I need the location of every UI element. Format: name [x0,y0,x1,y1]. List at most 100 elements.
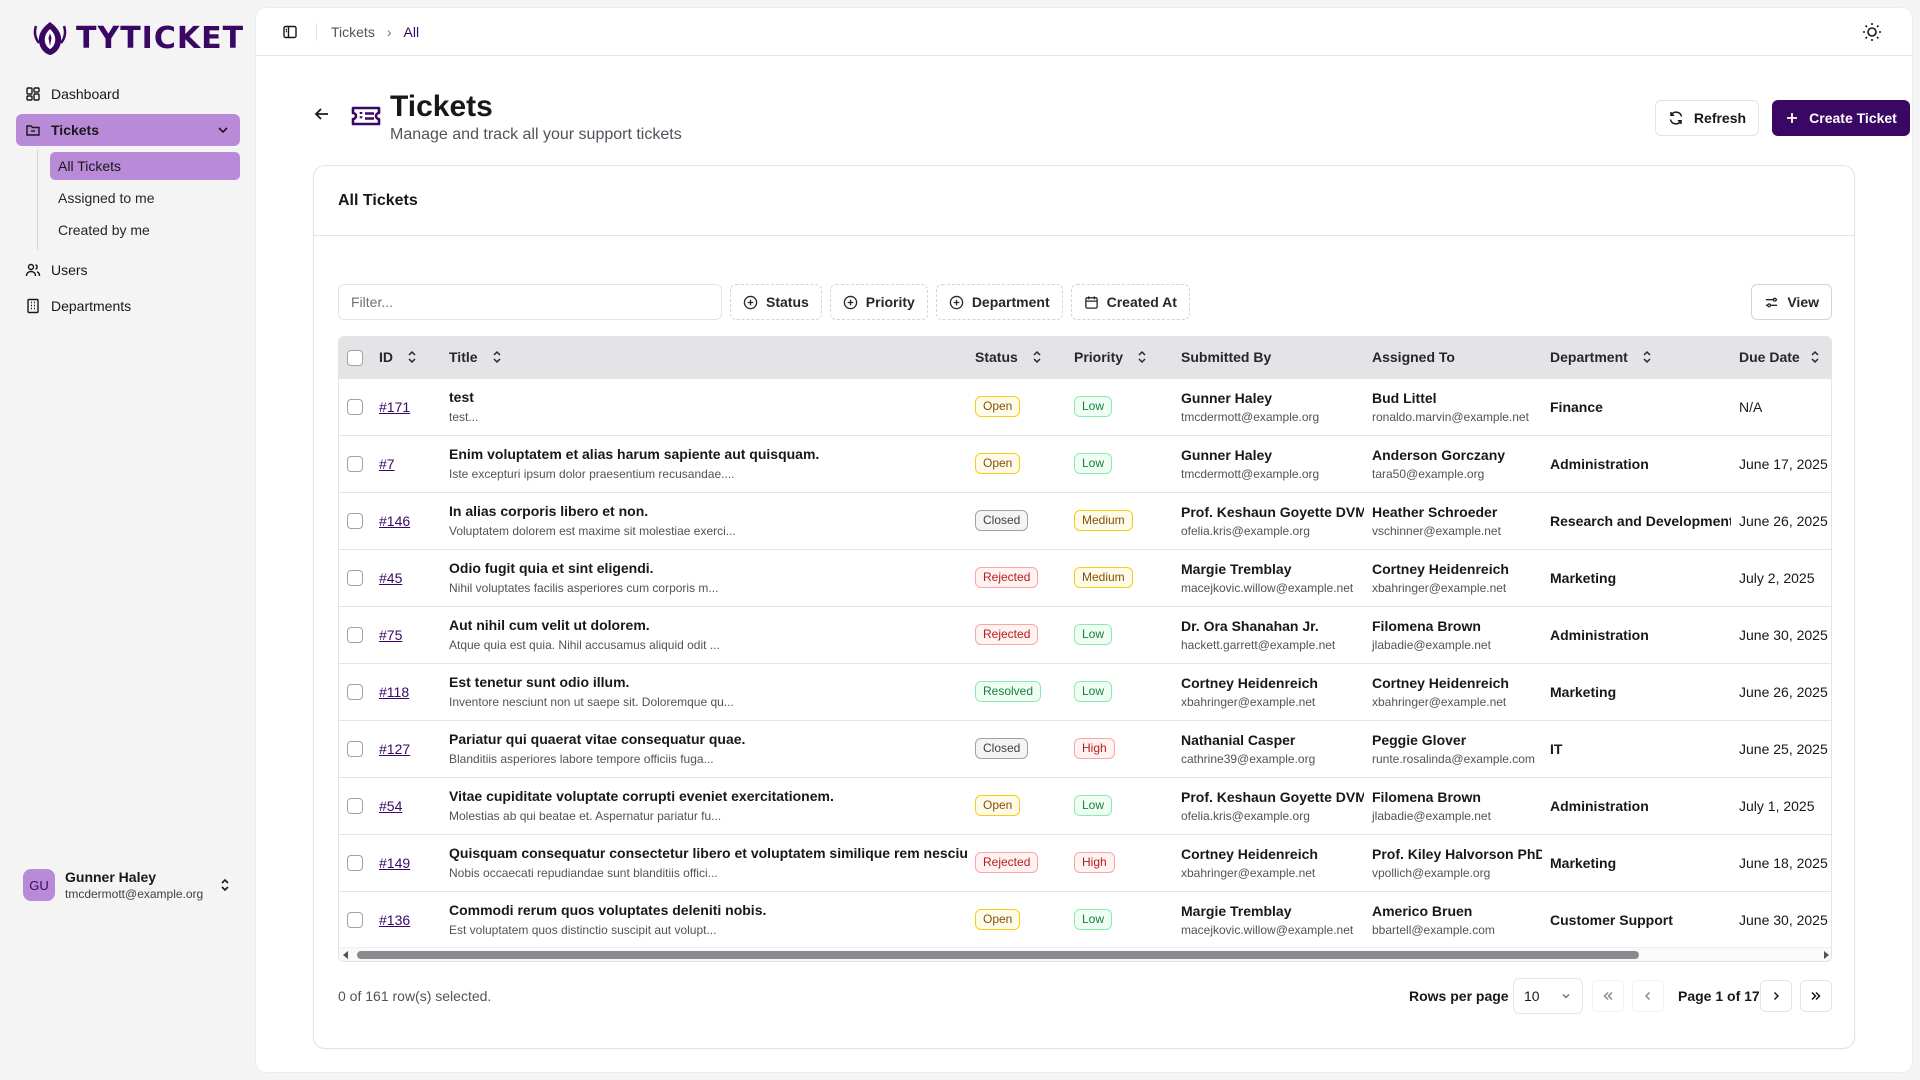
scrollbar-thumb[interactable] [357,951,1639,959]
ticket-icon [351,106,381,126]
table-row[interactable]: #7 Enim voluptatem et alias harum sapient… [339,435,1831,492]
status-filter-button[interactable]: Status [730,284,822,320]
sidebar-item-tickets[interactable]: Tickets [16,114,240,146]
priority-badge: Low [1074,795,1113,816]
ticket-id-link[interactable]: #118 [379,684,409,700]
ticket-id-link[interactable]: #75 [379,627,402,643]
sort-icon[interactable] [1030,350,1044,364]
table-row[interactable]: #149 Quisquam consequatur consectetur lib… [339,834,1831,891]
ticket-description: Blanditiis asperiores labore tempore off… [449,752,714,766]
assignee-name: Cortney Heidenreich [1372,560,1509,577]
assignee-email: vschinner@example.net [1372,523,1501,538]
view-options-button[interactable]: View [1751,284,1832,320]
create-ticket-label: Create Ticket [1809,110,1897,126]
subnav-all-tickets[interactable]: All Tickets [50,152,240,180]
sidebar: TYTICKET Dashboard Tickets All Tickets A… [0,0,256,1080]
filter-input[interactable] [338,284,722,320]
next-page-button[interactable] [1760,980,1792,1012]
ticket-id-link[interactable]: #7 [379,456,395,472]
assignee-email: ronaldo.marvin@example.net [1372,409,1529,424]
sidebar-item-departments[interactable]: Departments [16,290,240,322]
refresh-label: Refresh [1693,110,1747,126]
table-row[interactable]: #75 Aut nihil cum velit ut dolorem. Atque … [339,606,1831,663]
ticket-id-link[interactable]: #127 [379,741,410,757]
breadcrumb-tickets[interactable]: Tickets [331,24,375,40]
table-row[interactable]: #136 Commodi rerum quos voluptates deleni… [339,891,1831,948]
ticket-title: test [449,389,474,405]
chevron-right-icon [1773,991,1780,1001]
assignee-email: bbartell@example.com [1372,922,1495,937]
submitter-email: ofelia.kris@example.org [1181,808,1310,823]
sidebar-item-label: Tickets [51,122,99,138]
scroll-right-icon[interactable] [1824,951,1829,959]
row-checkbox[interactable] [347,627,363,644]
row-checkbox[interactable] [347,855,363,872]
select-all-checkbox[interactable] [347,349,363,366]
ticket-id-link[interactable]: #149 [379,855,410,871]
ticket-id-link[interactable]: #146 [379,513,410,529]
table-row[interactable]: #45 Odio fugit quia et sint eligendi. Nihi… [339,549,1831,606]
due-date: June 26, 2025 [1739,683,1828,700]
row-checkbox[interactable] [347,513,363,530]
calendar-icon [1084,295,1098,309]
refresh-button[interactable]: Refresh [1655,100,1759,136]
panel-left-icon [283,25,297,38]
submitter-name: Margie Tremblay [1181,902,1292,919]
arrow-left-icon[interactable] [312,104,332,124]
scroll-left-icon[interactable] [343,951,348,959]
row-checkbox[interactable] [347,456,363,473]
created-at-filter-button[interactable]: Created At [1070,284,1190,320]
due-date: June 18, 2025 [1739,854,1828,871]
rows-per-page-select[interactable]: 10 [1513,978,1583,1014]
first-page-button[interactable] [1592,980,1624,1012]
ticket-id-link[interactable]: #136 [379,912,410,928]
ticket-description: Nobis occaecati repudiandae sunt blandit… [449,866,718,880]
row-checkbox[interactable] [347,570,363,587]
submitter-email: macejkovic.willow@example.net [1181,922,1354,937]
sidebar-item-dashboard[interactable]: Dashboard [16,78,240,110]
previous-page-button[interactable] [1632,980,1664,1012]
table-row[interactable]: #171 test test... Open Low Gunner Haley tmcder… [339,378,1831,435]
sidebar-toggle-button[interactable] [276,18,304,46]
plus-circle-icon [949,295,964,309]
ticket-id-link[interactable]: #45 [379,570,402,586]
subnav-assigned-to-me[interactable]: Assigned to me [50,184,240,212]
table-row[interactable]: #54 Vitae cupiditate voluptate corrupti e… [339,777,1831,834]
priority-badge: High [1074,738,1115,759]
sun-icon[interactable] [1860,20,1884,44]
due-date: June 30, 2025 [1739,626,1828,643]
priority-filter-button[interactable]: Priority [829,284,928,320]
department-filter-button[interactable]: Department [935,284,1063,320]
last-page-button[interactable] [1800,980,1832,1012]
sort-icon[interactable] [1808,350,1822,364]
sidebar-item-users[interactable]: Users [16,254,240,286]
create-ticket-button[interactable]: Create Ticket [1772,100,1910,136]
sort-icon[interactable] [1640,350,1654,364]
rows-per-page-label: Rows per page [1409,988,1509,1004]
row-checkbox[interactable] [347,399,363,416]
brand-logo[interactable]: TYTICKET [30,16,244,60]
row-checkbox[interactable] [347,912,363,929]
sort-icon[interactable] [1135,350,1149,364]
row-checkbox[interactable] [347,741,363,758]
sort-icon[interactable] [490,350,504,364]
table-row[interactable]: #146 In alias corporis libero et non. Volu… [339,492,1831,549]
sort-icon[interactable] [405,350,419,364]
ticket-title: Vitae cupiditate voluptate corrupti even… [449,788,834,804]
row-checkbox[interactable] [347,798,363,815]
table-row[interactable]: #127 Pariatur qui quaerat vitae consequat… [339,720,1831,777]
table-row[interactable]: #118 Est tenetur sunt odio illum. Inventor… [339,663,1831,720]
ticket-title: Commodi rerum quos voluptates deleniti n… [449,902,767,919]
row-checkbox[interactable] [347,684,363,701]
status-badge: Rejected [975,567,1039,588]
user-menu[interactable]: GU Gunner Haley tmcdermott@example.org [16,862,240,908]
ticket-id-link[interactable]: #171 [379,399,410,415]
assignee-email: xbahringer@example.net [1372,694,1507,709]
ticket-id-link[interactable]: #54 [379,798,402,814]
horizontal-scrollbar[interactable] [339,947,1831,961]
department-name: Administration [1550,797,1649,814]
plus-icon [1787,113,1798,123]
status-badge: Open [975,909,1021,931]
plus-circle-icon [843,295,858,309]
subnav-created-by-me[interactable]: Created by me [50,216,240,244]
